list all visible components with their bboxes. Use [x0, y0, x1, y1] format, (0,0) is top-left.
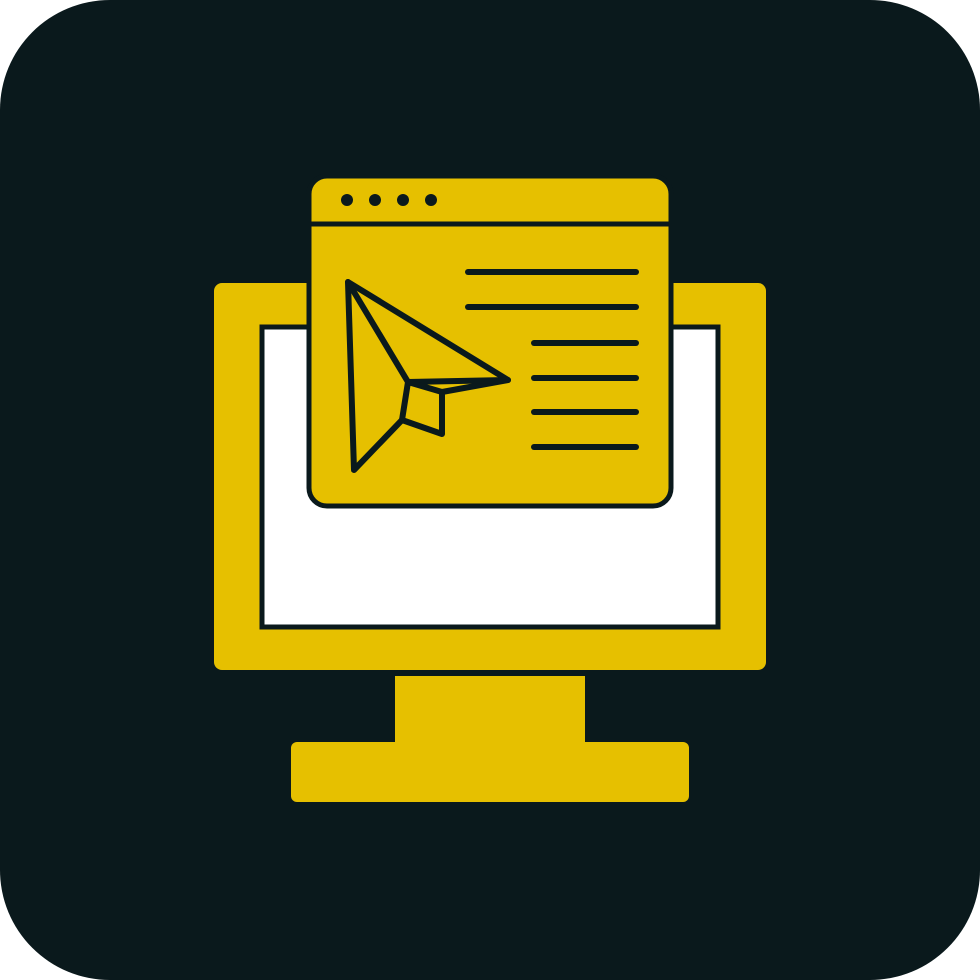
monitor-stand-neck: [395, 676, 585, 744]
window-dot: [425, 194, 437, 206]
window-dot: [369, 194, 381, 206]
icon-canvas: [0, 0, 980, 980]
window-dot: [341, 194, 353, 206]
monitor-stand-base: [291, 742, 689, 802]
computer-send-message-icon: [0, 0, 980, 980]
window-dot: [397, 194, 409, 206]
